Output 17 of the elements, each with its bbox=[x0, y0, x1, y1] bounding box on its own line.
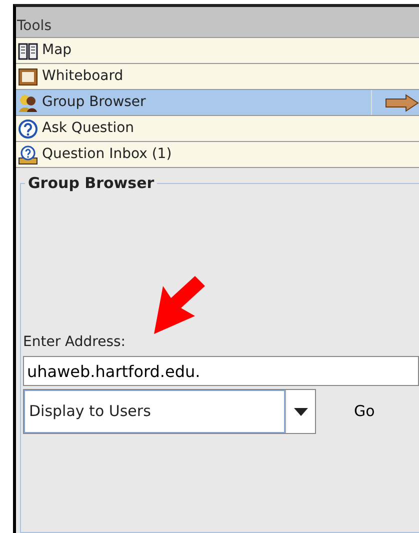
tool-list-item[interactable]: Map bbox=[16, 38, 419, 64]
display-dropdown[interactable]: Display to Users bbox=[23, 389, 316, 434]
address-field[interactable]: uhaweb.hartford.edu. bbox=[23, 356, 419, 386]
address-label: Enter Address: bbox=[23, 333, 126, 352]
book-icon bbox=[18, 40, 38, 60]
go-button[interactable]: Go bbox=[346, 396, 383, 427]
tools-header: Tools bbox=[16, 7, 419, 38]
frame-icon bbox=[18, 66, 38, 86]
question-icon bbox=[18, 118, 38, 138]
caret-icon bbox=[294, 408, 308, 416]
tool-list-item[interactable]: Whiteboard bbox=[16, 64, 419, 90]
question-box-icon bbox=[18, 144, 38, 164]
tool-list-item[interactable]: Ask Question bbox=[16, 116, 419, 142]
people-icon bbox=[18, 92, 38, 112]
tool-list-item[interactable]: Question Inbox (1) bbox=[16, 142, 419, 168]
arrow-icon bbox=[385, 94, 419, 112]
tool-list-item[interactable]: Group Browser bbox=[16, 90, 419, 116]
